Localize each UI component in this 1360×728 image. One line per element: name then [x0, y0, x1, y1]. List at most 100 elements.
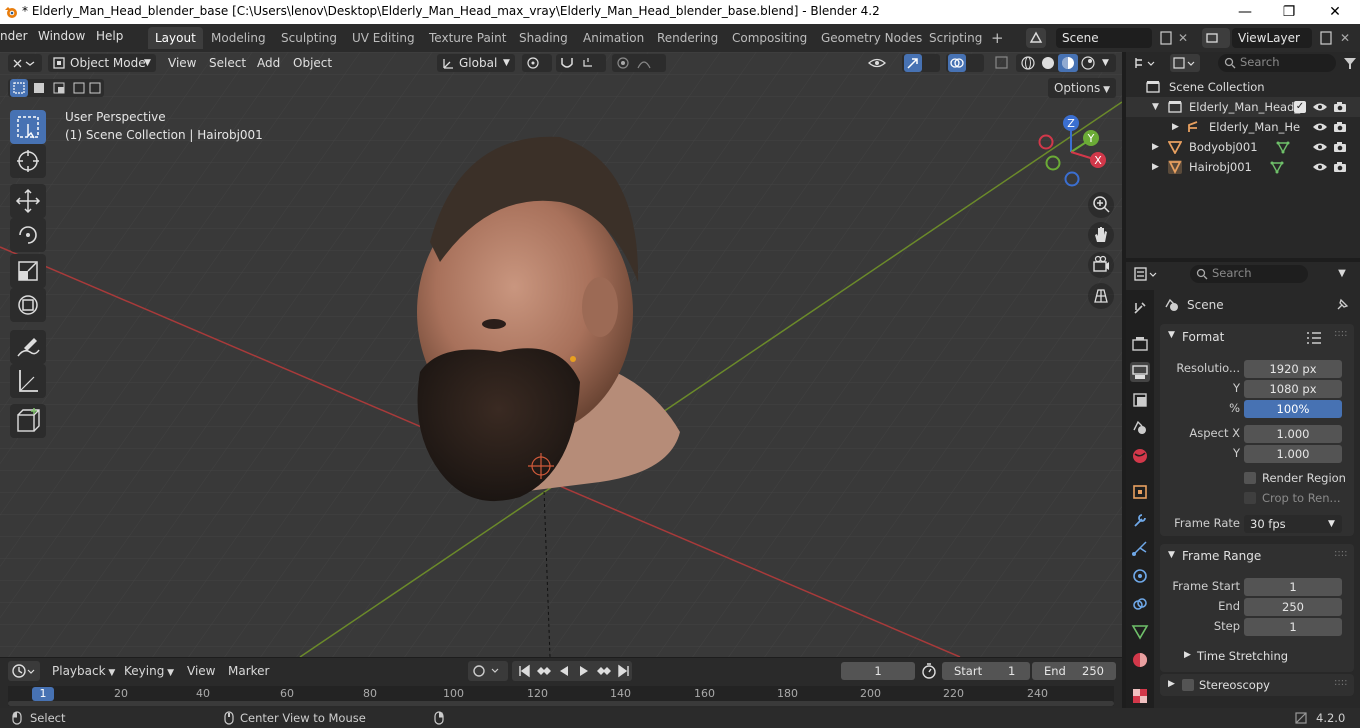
- add-cube-tool[interactable]: [10, 404, 46, 438]
- properties-search-input[interactable]: Search: [1190, 265, 1308, 283]
- 3d-viewport[interactable]: Object Mode ▼ View Select Add Object Glo…: [0, 52, 1122, 657]
- material-preview-icon[interactable]: [1058, 54, 1078, 72]
- view-layer-tab-icon[interactable]: [1130, 390, 1150, 410]
- aspect-y-field[interactable]: 1.000: [1244, 445, 1342, 463]
- end-frame-field[interactable]: End 250: [1032, 662, 1116, 680]
- viewport-menu-object[interactable]: Object: [293, 54, 332, 72]
- time-stretching-subpanel[interactable]: Time Stretching: [1197, 649, 1288, 663]
- overlays-toggle[interactable]: [946, 54, 984, 72]
- frame-start-field[interactable]: 1: [1244, 578, 1342, 596]
- tab-animation[interactable]: Animation: [576, 27, 651, 49]
- outliner-editor-type[interactable]: [1132, 54, 1162, 72]
- chevron-right-icon[interactable]: ▶: [1152, 157, 1159, 177]
- select-box-tool[interactable]: [10, 110, 46, 144]
- rendered-shading-icon[interactable]: [1078, 54, 1098, 72]
- chevron-down-icon[interactable]: ▼: [1152, 97, 1159, 117]
- proportional-editing-toggle[interactable]: [612, 54, 666, 72]
- scale-tool[interactable]: [10, 254, 46, 288]
- menu-file[interactable]: nder: [0, 29, 28, 43]
- physics-tab-icon[interactable]: [1130, 566, 1150, 586]
- viewport-menu-add[interactable]: Add: [257, 54, 280, 72]
- select-new-icon[interactable]: [8, 79, 104, 97]
- tab-modeling[interactable]: Modeling: [204, 27, 273, 49]
- gizmo-neg-x[interactable]: [1038, 134, 1054, 150]
- outliner-row-bodyobj[interactable]: ▶ Bodyobj001: [1126, 137, 1360, 157]
- tab-shading[interactable]: Shading: [512, 27, 575, 49]
- transform-tool[interactable]: [10, 288, 46, 322]
- object-tab-icon[interactable]: [1130, 482, 1150, 502]
- tab-scripting[interactable]: Scripting: [922, 27, 989, 49]
- visibility-dropdown[interactable]: [866, 54, 896, 72]
- xray-toggle[interactable]: [992, 54, 1012, 72]
- editor-type-button[interactable]: [8, 54, 42, 72]
- filter-icon[interactable]: [1342, 54, 1358, 72]
- stopwatch-icon[interactable]: [920, 662, 938, 680]
- tab-compositing[interactable]: Compositing: [725, 27, 814, 49]
- frame-end-field[interactable]: 250: [1244, 598, 1342, 616]
- eye-icon[interactable]: [1312, 101, 1328, 113]
- menu-help[interactable]: Help: [96, 29, 123, 43]
- maximize-button[interactable]: ❐: [1266, 0, 1312, 24]
- resolution-percent-field[interactable]: 100%: [1244, 400, 1342, 418]
- move-tool[interactable]: [10, 184, 46, 218]
- tab-sculpting[interactable]: Sculpting: [274, 27, 344, 49]
- frame-rate-dropdown[interactable]: 30 fps ▼: [1244, 515, 1342, 533]
- jump-keyframe-back-icon[interactable]: [534, 661, 554, 681]
- eye-icon[interactable]: [1312, 141, 1328, 153]
- pin-icon[interactable]: [1334, 297, 1350, 313]
- eye-icon[interactable]: [1312, 161, 1328, 173]
- eye-icon[interactable]: [1312, 121, 1328, 133]
- viewport-menu-view[interactable]: View: [168, 54, 196, 72]
- format-panel-header[interactable]: Format: [1182, 330, 1224, 344]
- camera-render-icon[interactable]: [1333, 120, 1347, 134]
- timeline-view-menu[interactable]: View: [187, 664, 215, 678]
- display-mode-dropdown[interactable]: [1170, 54, 1200, 72]
- chevron-down-icon[interactable]: ▼: [1332, 265, 1352, 283]
- particles-tab-icon[interactable]: [1130, 538, 1150, 558]
- selection-mode-buttons[interactable]: [8, 79, 104, 97]
- scene-browse-button[interactable]: [1026, 28, 1046, 48]
- chevron-down-icon[interactable]: ▼: [1168, 330, 1175, 340]
- stereoscopy-label[interactable]: Stereoscopy: [1199, 678, 1270, 692]
- remove-scene-icon[interactable]: ✕: [1178, 28, 1194, 48]
- timeline-editor-type[interactable]: [8, 661, 40, 681]
- mesh-data-icon[interactable]: [1270, 160, 1284, 174]
- outliner-search-input[interactable]: Search: [1218, 54, 1336, 72]
- viewport-menu-select[interactable]: Select: [209, 54, 246, 72]
- current-frame-field[interactable]: 1: [841, 662, 915, 680]
- close-button[interactable]: ✕: [1312, 0, 1358, 24]
- tab-layout[interactable]: Layout: [148, 27, 203, 49]
- auto-keying-toggle[interactable]: [468, 661, 508, 681]
- camera-view-button[interactable]: [1088, 252, 1114, 278]
- new-scene-icon[interactable]: [1156, 28, 1176, 48]
- drag-handle-icon[interactable]: ::::: [1334, 677, 1347, 688]
- timeline-scrollbar[interactable]: [8, 701, 1114, 706]
- chevron-down-icon[interactable]: ▼: [1102, 54, 1109, 72]
- render-region-checkbox[interactable]: [1244, 472, 1256, 484]
- drag-handle-icon[interactable]: ::::: [1334, 548, 1347, 559]
- chevron-right-icon[interactable]: ▶: [1184, 650, 1191, 660]
- shading-mode-buttons[interactable]: ▼: [1016, 54, 1116, 72]
- measure-tool[interactable]: [10, 364, 46, 398]
- tab-uv-editing[interactable]: UV Editing: [345, 27, 422, 49]
- outliner-row-hairobj[interactable]: ▶ Hairobj001: [1126, 157, 1360, 177]
- start-frame-field[interactable]: Start 1: [942, 662, 1030, 680]
- chevron-right-icon[interactable]: ▶: [1168, 679, 1175, 689]
- tab-texture-paint[interactable]: Texture Paint: [422, 27, 513, 49]
- camera-render-icon[interactable]: [1333, 100, 1347, 114]
- camera-render-icon[interactable]: [1333, 140, 1347, 154]
- scene-field[interactable]: Scene: [1056, 28, 1152, 48]
- view-layer-field[interactable]: ViewLayer: [1232, 28, 1312, 48]
- data-tab-icon[interactable]: [1130, 622, 1150, 642]
- menu-window[interactable]: Window: [38, 29, 85, 43]
- navigation-gizmo[interactable]: Z Y X: [1036, 114, 1112, 190]
- exclude-checkbox[interactable]: ✓: [1294, 101, 1306, 113]
- presets-list-icon[interactable]: [1306, 331, 1322, 345]
- tab-geometry-nodes[interactable]: Geometry Nodes: [814, 27, 929, 49]
- resolution-x-field[interactable]: 1920 px: [1244, 360, 1342, 378]
- perspective-toggle-button[interactable]: [1088, 283, 1114, 309]
- playback-controls[interactable]: [512, 661, 632, 681]
- camera-render-icon[interactable]: [1333, 160, 1347, 174]
- transform-orientation-dropdown[interactable]: Global ▼: [437, 54, 515, 72]
- stereoscopy-checkbox[interactable]: [1182, 679, 1194, 691]
